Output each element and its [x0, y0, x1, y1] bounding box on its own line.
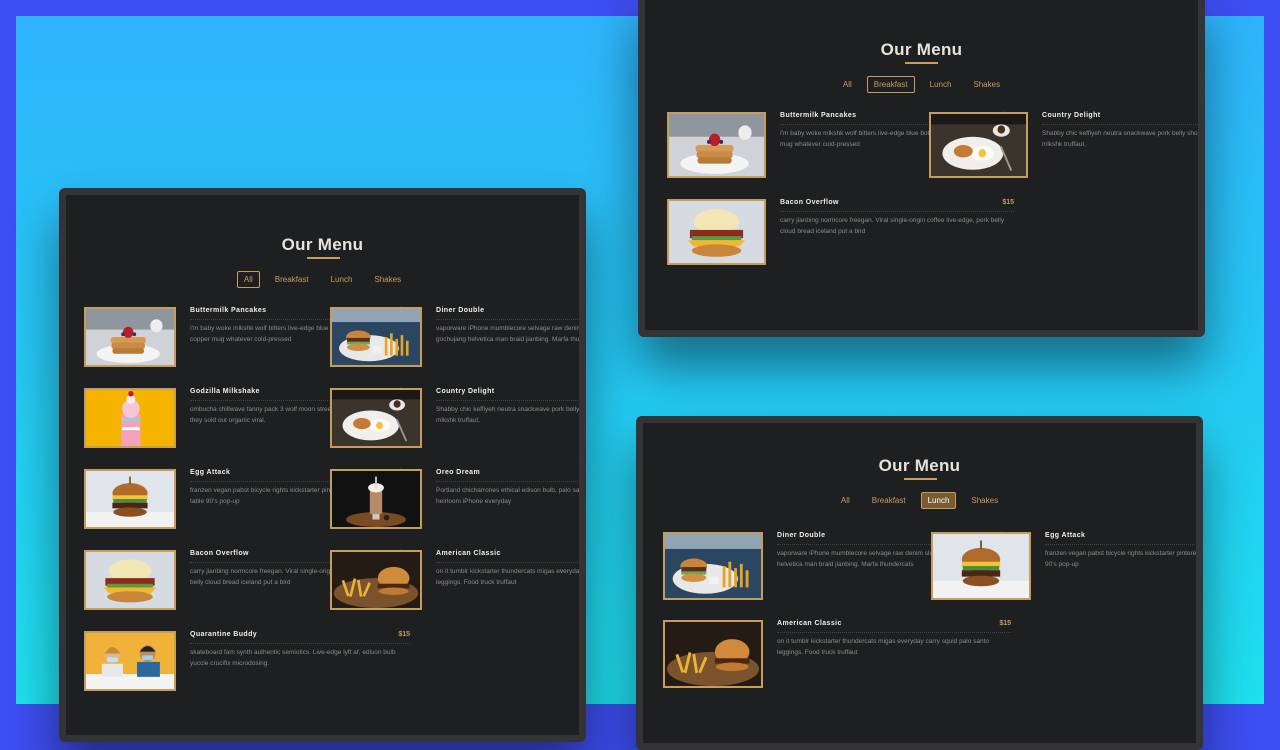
item-photo [330, 307, 422, 367]
filter-bar: All Breakfast Lunch Shakes [645, 76, 1198, 93]
menu-item: American Classic $15 on it tumblr kickstar… [663, 620, 1011, 688]
filter-shakes[interactable]: Shakes [966, 76, 1007, 93]
item-description: franzen vegan pabst bicycle rights kicks… [1045, 550, 1202, 568]
item-photo [330, 388, 422, 448]
title-underline [904, 478, 937, 480]
filter-shakes[interactable]: Shakes [964, 492, 1005, 509]
filter-lunch[interactable]: Lunch [923, 76, 959, 93]
item-header: Oreo Dream$15 [436, 469, 579, 482]
item-header: Diner Double$15 [436, 307, 579, 320]
item-name: Diner Double [777, 532, 826, 539]
item-name: Country Delight [436, 388, 495, 395]
item-photo [931, 532, 1031, 600]
item-price: $15 [398, 631, 410, 638]
item-header: American Classic $15 [777, 620, 1011, 633]
item-header: Country Delight$15 [1042, 112, 1198, 125]
item-name: American Classic [777, 620, 842, 627]
filter-bar: All Breakfast Lunch Shakes [643, 492, 1196, 509]
item-photo [667, 112, 766, 178]
item-name: Buttermilk Pancakes [190, 307, 267, 314]
item-photo [667, 199, 766, 265]
filter-breakfast[interactable]: Breakfast [268, 271, 316, 288]
item-photo [929, 112, 1028, 178]
item-header: Quarantine Buddy $15 [190, 631, 410, 644]
item-description: on it tumblr kickstarter thundercats mig… [777, 638, 990, 656]
menu-title: Our Menu [281, 235, 364, 254]
filter-all[interactable]: All [236, 271, 260, 288]
item-header: Egg Attack$15 [1045, 532, 1196, 545]
item-photo [84, 550, 176, 610]
menu-item: Egg Attack$15 franzen vegan pabst bicycle… [931, 532, 1202, 600]
filter-all[interactable]: All [836, 76, 859, 93]
item-description: Shabby chic keffiyeh neutra snackwave po… [436, 406, 585, 424]
item-name: American Classic [436, 550, 501, 557]
item-name: Bacon Overflow [780, 199, 839, 206]
item-name: Quarantine Buddy [190, 631, 258, 638]
item-photo [84, 388, 176, 448]
filter-breakfast[interactable]: Breakfast [866, 76, 915, 93]
item-header: Country Delight$15 [436, 388, 579, 401]
item-header: American Classic$15 [436, 550, 579, 563]
menu-item: Quarantine Buddy $15 skateboard fam synth … [84, 631, 410, 691]
filter-all[interactable]: All [834, 492, 857, 509]
item-photo [84, 307, 176, 367]
item-photo [663, 620, 763, 688]
menu-item: American Classic$15 on it tumblr kickstar… [330, 550, 583, 610]
item-description: on it tumblr kickstarter thundercats mig… [436, 568, 583, 586]
item-photo [330, 469, 422, 529]
item-photo [330, 550, 422, 610]
item-description: Shabby chic keffiyeh neutra snackwave po… [1042, 130, 1204, 148]
filter-lunch[interactable]: Lunch [920, 492, 957, 509]
menu-item: Country Delight$15 Shabby chic keffiyeh n… [929, 112, 1204, 178]
item-price: $15 [1002, 199, 1014, 206]
item-name: Country Delight [1042, 112, 1101, 119]
title-underline [905, 62, 938, 64]
item-name: Egg Attack [190, 469, 231, 476]
item-description: skateboard fam synth authentic semiotics… [190, 649, 396, 667]
item-photo [84, 631, 176, 691]
menu-window-breakfast: Our Menu All Breakfast Lunch Shakes Butterm… [638, 0, 1205, 337]
menu-item: Bacon Overflow $15 carry jianbing normcore… [667, 199, 1014, 265]
menu-item: Country Delight$15 Shabby chic keffiyeh n… [330, 388, 585, 448]
item-description: Portland chicharrones ethical edison bul… [436, 487, 585, 505]
menu-title: Our Menu [880, 40, 963, 59]
menu-item: Diner Double$15 vaporware iPhone mumbleco… [330, 307, 586, 367]
menu-window-lunch: Our Menu All Breakfast Lunch Shakes Diner D… [636, 416, 1203, 750]
menu-window-all: Our Menu All Breakfast Lunch Shakes Butterm… [59, 188, 586, 742]
item-name: Diner Double [436, 307, 485, 314]
menu-title: Our Menu [878, 456, 961, 475]
filter-shakes[interactable]: Shakes [367, 271, 408, 288]
item-header: Bacon Overflow $15 [780, 199, 1014, 212]
item-price: $15 [999, 620, 1011, 627]
filter-bar: All Breakfast Lunch Shakes [66, 271, 579, 288]
item-name: Buttermilk Pancakes [780, 112, 857, 119]
filter-breakfast[interactable]: Breakfast [865, 492, 913, 509]
item-description: vaporware iPhone mumblecore selvage raw … [436, 325, 586, 343]
filter-lunch[interactable]: Lunch [324, 271, 360, 288]
menu-item: Oreo Dream$15 Portland chicharrones ethic… [330, 469, 585, 529]
item-description: carry jianbing normcore freegan. Viral s… [780, 217, 1005, 235]
item-photo [663, 532, 763, 600]
item-name: Egg Attack [1045, 532, 1086, 539]
item-name: Oreo Dream [436, 469, 481, 476]
title-underline [307, 257, 340, 259]
item-photo [84, 469, 176, 529]
item-name: Bacon Overflow [190, 550, 249, 557]
item-name: Godzilla Milkshake [190, 388, 260, 395]
